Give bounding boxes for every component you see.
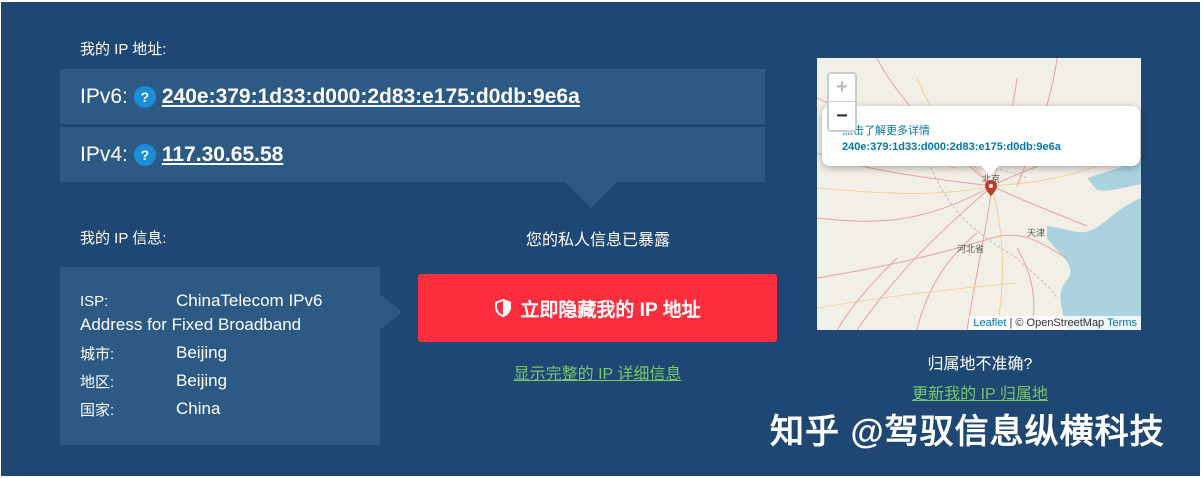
isp-row-cont: Address for Fixed Broadband (80, 311, 380, 339)
city-value: Beijing (176, 343, 228, 362)
city-row: 城市: Beijing (80, 339, 380, 367)
show-details-link[interactable]: 显示完整的 IP 详细信息 (418, 360, 777, 384)
zoom-in-button[interactable]: + (829, 74, 855, 102)
hide-ip-button-label: 立即隐藏我的 IP 地址 (520, 299, 701, 321)
map-attribution: Leaflet | © OpenStreetMap Terms (969, 316, 1141, 330)
popup-tip (980, 165, 1000, 175)
leaflet-link[interactable]: Leaflet (973, 317, 1006, 329)
ipv4-address-link[interactable]: 117.30.65.58 (162, 143, 283, 167)
ipv4-label: IPv4: (80, 142, 128, 166)
location-question: 归属地不准确? (927, 356, 1033, 373)
region-row: 地区: Beijing (80, 367, 380, 395)
map-label-hebei: 河北省 (957, 243, 984, 255)
region-value: Beijing (176, 371, 228, 390)
map-tiles: 北京 天津 河北省 (817, 58, 1141, 330)
isp-value-cont: Address for Fixed Broadband (80, 315, 302, 334)
country-key: 国家: (80, 401, 115, 419)
terms-link[interactable]: Terms (1107, 317, 1137, 329)
popup-hint: 点击了解更多详情 (842, 125, 930, 137)
country-value: China (176, 399, 221, 418)
ip-info-box: ISP: ChinaTelecom IPv6 Address for Fixed… (60, 267, 380, 445)
help-icon[interactable]: ? (133, 143, 156, 166)
city-key: 城市: (80, 345, 115, 363)
isp-key: ISP: (80, 292, 109, 310)
zoom-control: + − (827, 72, 857, 132)
attribution-text: | © OpenStreetMap (1006, 317, 1108, 329)
map-popup[interactable]: 点击了解更多详情 240e:379:1d33:d000:2d83:e175:d0… (822, 106, 1140, 166)
map-label-tianjin: 天津 (1027, 228, 1045, 239)
zoom-out-button[interactable]: − (829, 102, 855, 130)
callout-notch (563, 180, 619, 208)
help-icon[interactable]: ? (133, 85, 156, 108)
country-row: 国家: China (80, 395, 380, 423)
info-arrow (380, 294, 402, 330)
ipv6-label: IPv6: (80, 84, 128, 108)
region-key: 地区: (80, 373, 115, 391)
ipv6-row: IPv6: ? 240e:379:1d33:d000:2d83:e175:d0d… (60, 69, 765, 124)
update-location-link[interactable]: 更新我的 IP 归属地 (880, 380, 1080, 404)
ip-info-label: 我的 IP 信息: (80, 230, 167, 247)
watermark: 知乎 @驾驭信息纵横科技 (770, 413, 1165, 451)
location-map[interactable]: 北京 天津 河北省 + − Leaflet | © OpenStreetMap … (817, 58, 1141, 330)
isp-value: ChinaTelecom IPv6 (176, 291, 323, 310)
ipv4-row: IPv4: ? 117.30.65.58 (60, 127, 765, 182)
shield-icon (494, 298, 512, 318)
popup-address: 240e:379:1d33:d000:2d83:e175:d0db:9e6a (842, 141, 1061, 153)
ipv6-address-link[interactable]: 240e:379:1d33:d000:2d83:e175:d0db:9e6a (162, 85, 580, 109)
my-ip-label: 我的 IP 地址: (80, 41, 167, 58)
hide-ip-button[interactable]: 立即隐藏我的 IP 地址 (418, 274, 777, 342)
exposed-warning: 您的私人信息已暴露 (525, 232, 670, 249)
